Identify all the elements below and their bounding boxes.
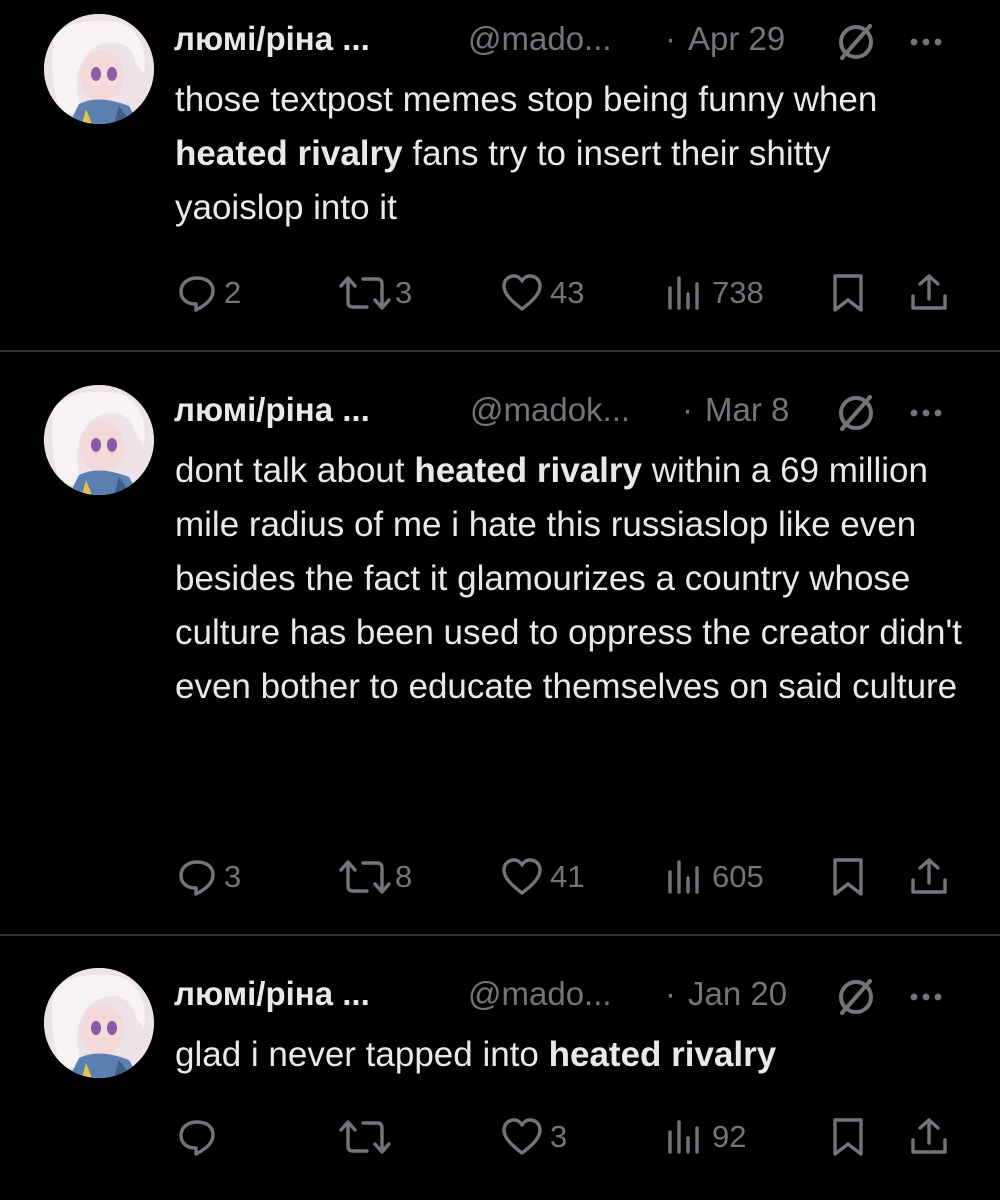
tweet-text-bold: heated rivalry xyxy=(548,1035,777,1074)
tweet-text: those textpost memes stop being funny wh… xyxy=(175,73,965,235)
avatar[interactable] xyxy=(44,385,154,495)
reply-button[interactable]: 3 xyxy=(176,852,241,902)
views-icon xyxy=(668,276,699,310)
tweet-text-segment: glad i never tapped into xyxy=(175,1035,549,1074)
heart-icon xyxy=(502,858,542,895)
timestamp[interactable]: Apr 29 xyxy=(688,20,785,58)
repost-icon xyxy=(339,276,391,310)
handle[interactable]: @madok... xyxy=(470,391,630,429)
reply-icon xyxy=(179,1120,215,1156)
timestamp[interactable]: Jan 20 xyxy=(688,975,787,1013)
repost-button[interactable]: 8 xyxy=(337,852,412,902)
tweet[interactable]: люмі/ріна ... @mado... · Apr 29 those te… xyxy=(0,0,1000,352)
separator-dot: · xyxy=(682,391,693,428)
bookmark-icon xyxy=(833,858,863,896)
views-icon xyxy=(668,1120,699,1154)
repost-button[interactable]: 3 xyxy=(337,268,412,318)
no-sign-icon xyxy=(839,24,873,60)
repost-icon xyxy=(339,1120,391,1154)
action-bar: 2 3 43 738 xyxy=(0,268,1000,318)
handle[interactable]: @mado... xyxy=(468,20,612,58)
like-button[interactable]: 41 xyxy=(500,852,584,902)
share-icon xyxy=(911,1118,947,1154)
separator-dot: · xyxy=(665,975,676,1012)
tweet-text-bold: heated rivalry xyxy=(175,134,403,173)
more-icon[interactable] xyxy=(906,977,946,1017)
reply-count: 3 xyxy=(224,859,242,894)
views-button[interactable]: 92 xyxy=(664,1112,746,1162)
share-icon xyxy=(911,274,947,310)
tweet-text-bold: heated rivalry xyxy=(414,451,642,490)
heart-icon xyxy=(502,1118,542,1155)
like-button[interactable]: 43 xyxy=(500,268,584,318)
more-icon[interactable] xyxy=(906,393,946,433)
no-sign-icon xyxy=(839,979,873,1015)
no-sign-icon xyxy=(839,395,873,431)
repost-count: 3 xyxy=(395,275,413,310)
reply-count: 2 xyxy=(224,275,242,310)
reply-icon xyxy=(179,860,215,896)
avatar-image xyxy=(44,14,154,124)
share-icon xyxy=(911,858,947,894)
avatar[interactable] xyxy=(44,14,154,124)
avatar-image xyxy=(44,968,154,1078)
reply-button[interactable]: 2 xyxy=(176,268,241,318)
reply-button[interactable] xyxy=(176,1112,224,1162)
repost-button[interactable] xyxy=(337,1112,395,1162)
views-icon xyxy=(668,860,699,894)
timestamp[interactable]: Mar 8 xyxy=(705,391,789,429)
bookmark-button[interactable] xyxy=(828,1112,868,1162)
tweet[interactable]: люмі/ріна ... @madok... · Mar 8 dont tal… xyxy=(0,352,1000,936)
share-button[interactable] xyxy=(908,852,950,902)
action-bar: 3 8 41 605 xyxy=(0,852,1000,902)
action-bar: 3 92 xyxy=(0,1112,1000,1162)
tweet-text: dont talk about heated rivalry within a … xyxy=(175,444,965,714)
display-name[interactable]: люмі/ріна ... xyxy=(174,975,370,1013)
view-count: 605 xyxy=(712,859,764,894)
reply-icon xyxy=(179,276,215,312)
tweet-text-segment: dont talk about xyxy=(175,451,415,490)
repost-count: 8 xyxy=(395,859,413,894)
like-count: 43 xyxy=(550,275,585,310)
avatar[interactable] xyxy=(44,968,154,1078)
more-icon[interactable] xyxy=(906,22,946,62)
share-button[interactable] xyxy=(908,268,950,318)
repost-icon xyxy=(339,860,391,894)
bookmark-button[interactable] xyxy=(828,852,868,902)
bookmark-icon xyxy=(833,1118,863,1156)
separator-dot: · xyxy=(665,20,676,57)
views-button[interactable]: 605 xyxy=(664,852,764,902)
views-button[interactable]: 738 xyxy=(664,268,764,318)
tweet-text-segment: those textpost memes stop being funny wh… xyxy=(175,80,878,119)
view-count: 92 xyxy=(712,1119,747,1154)
bookmark-icon xyxy=(833,274,863,312)
like-count: 3 xyxy=(550,1119,568,1154)
tweet[interactable]: люмі/ріна ... @mado... · Jan 20 glad i n… xyxy=(0,936,1000,1200)
view-count: 738 xyxy=(712,275,764,310)
share-button[interactable] xyxy=(908,1112,950,1162)
like-count: 41 xyxy=(550,859,585,894)
bookmark-button[interactable] xyxy=(828,268,868,318)
handle[interactable]: @mado... xyxy=(468,975,612,1013)
heart-icon xyxy=(502,274,542,311)
display-name[interactable]: люмі/ріна ... xyxy=(174,391,370,429)
like-button[interactable]: 3 xyxy=(500,1112,567,1162)
avatar-image xyxy=(44,385,154,495)
tweet-text: glad i never tapped into heated rivalry xyxy=(175,1028,965,1082)
display-name[interactable]: люмі/ріна ... xyxy=(174,20,370,58)
